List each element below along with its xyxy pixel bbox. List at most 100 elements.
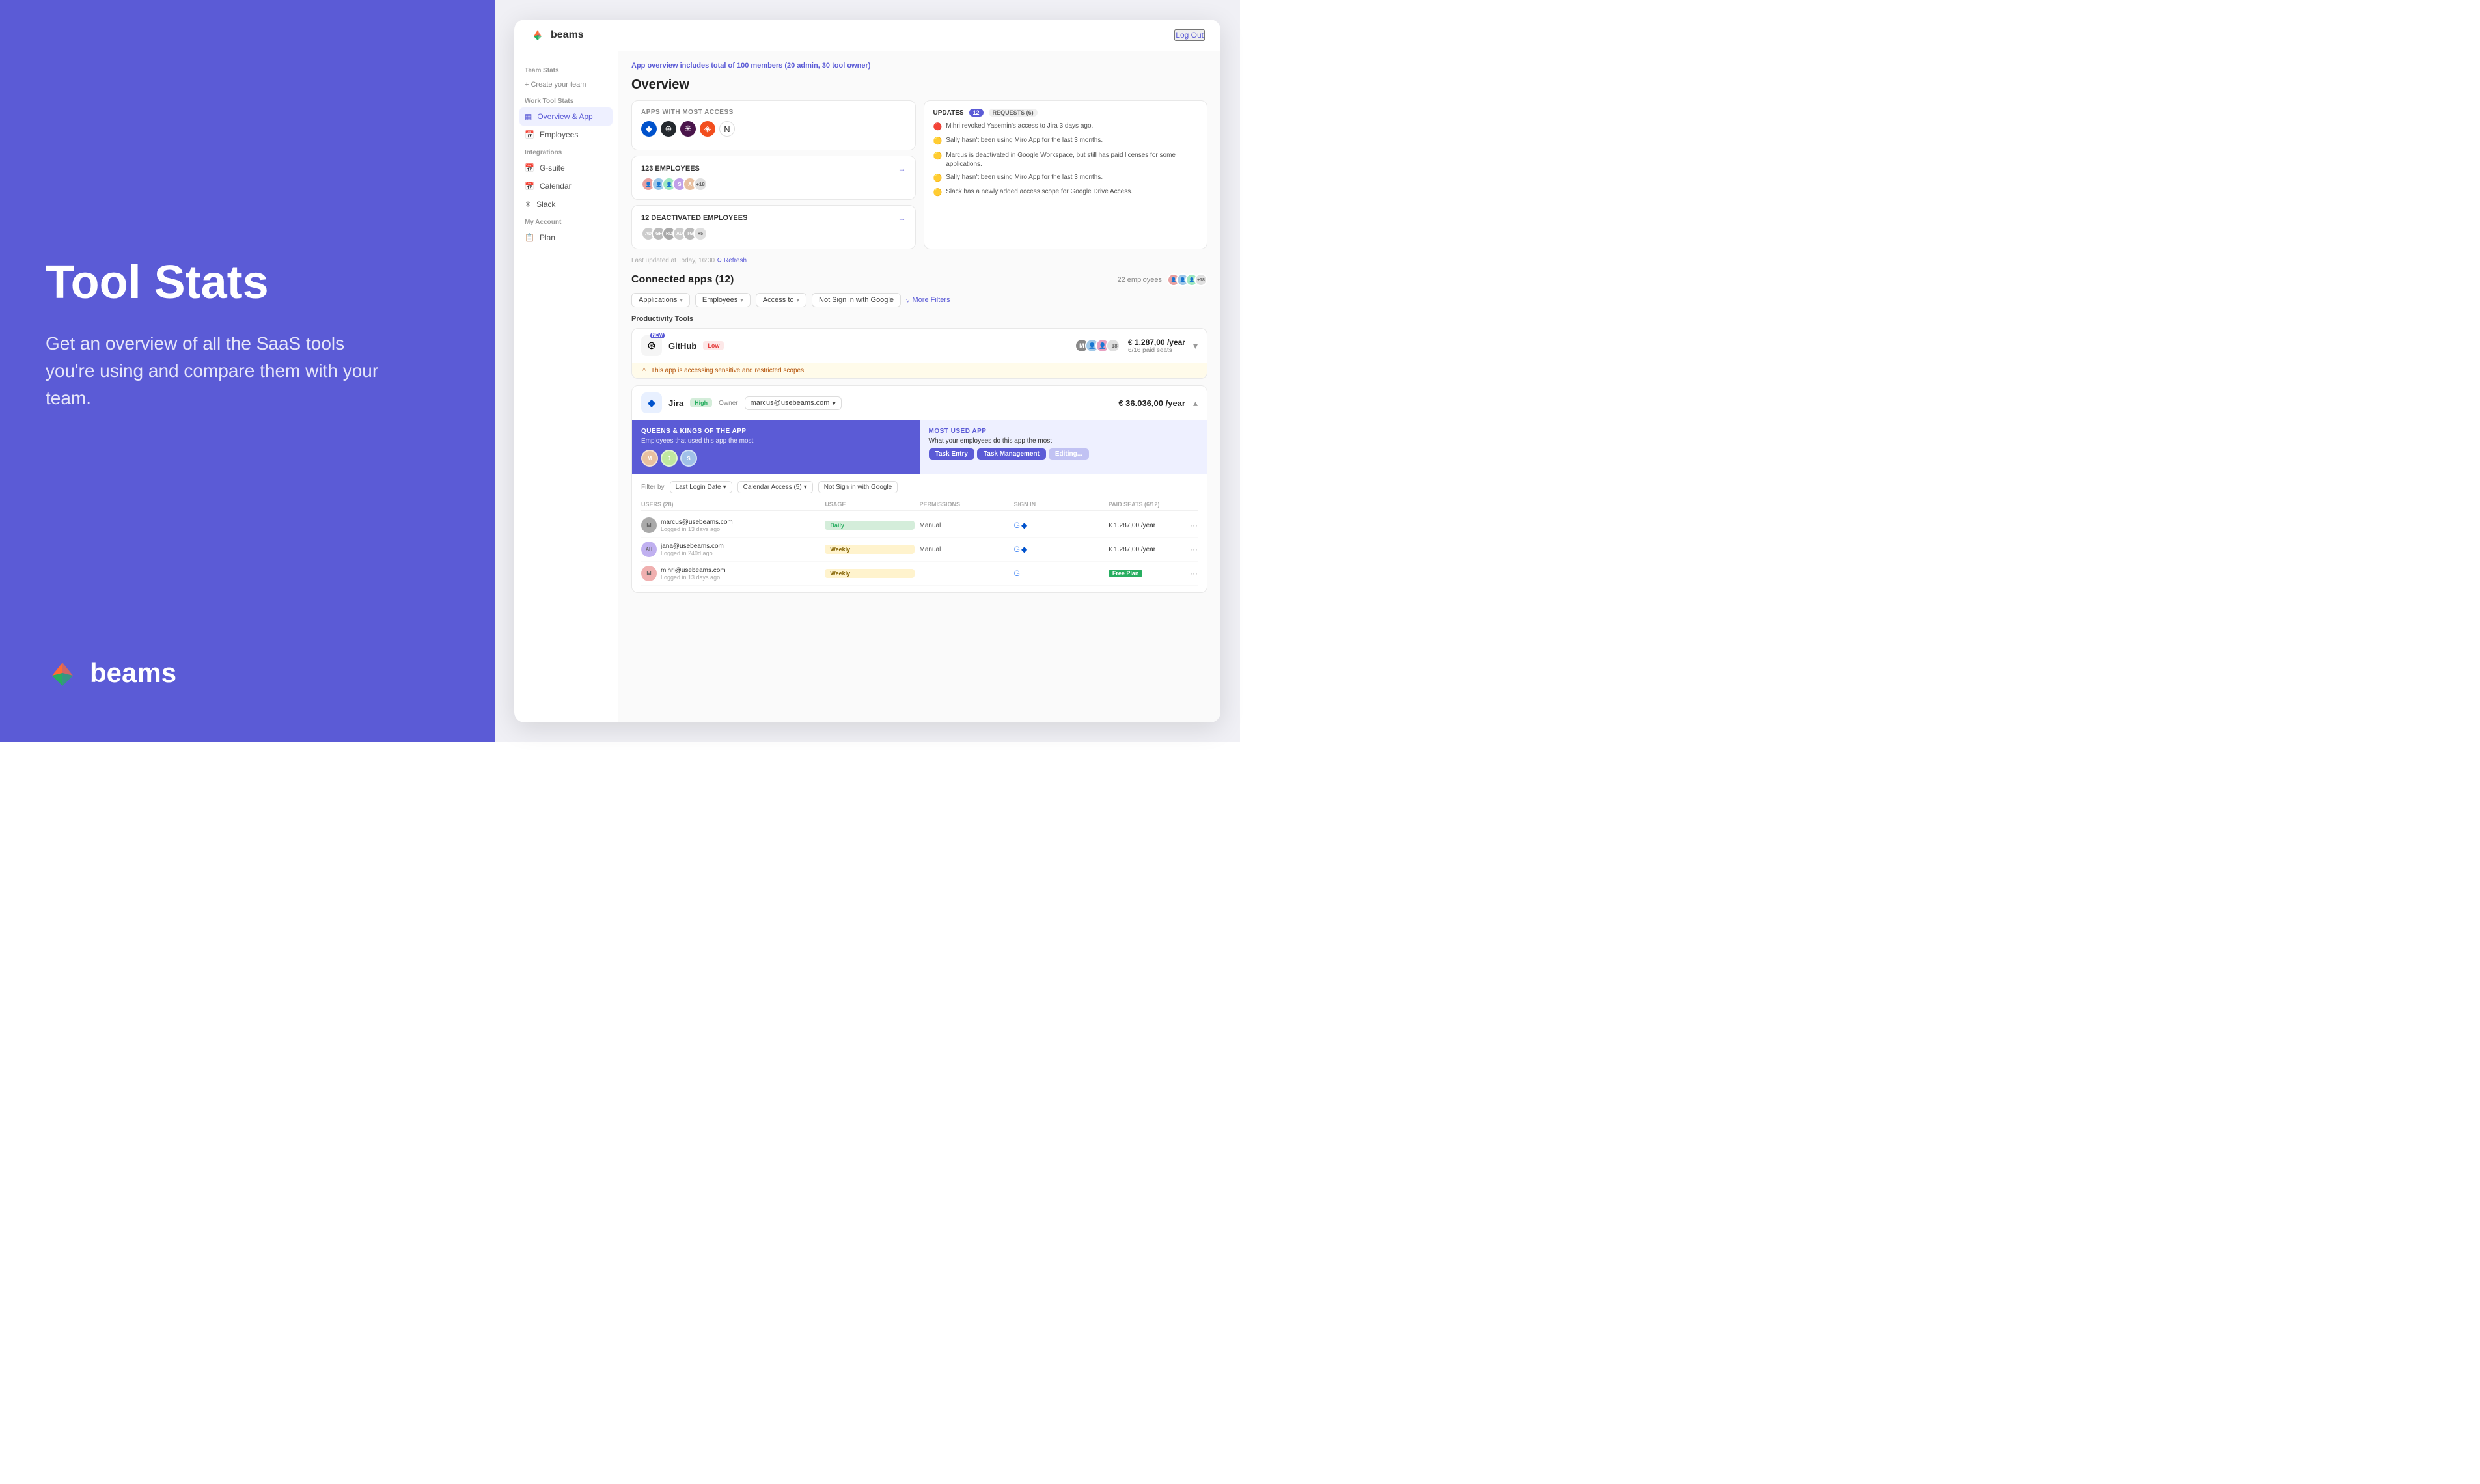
user-more-jana[interactable]: ··· bbox=[1190, 545, 1198, 554]
apps-most-access-title: APPS WITH MOST ACCESS bbox=[641, 109, 906, 116]
more-filters-button[interactable]: ▿ More Filters bbox=[906, 296, 950, 305]
queens-avatar-3: S bbox=[680, 450, 697, 467]
user-avatar-mihri: M bbox=[641, 566, 657, 581]
logout-button[interactable]: Log Out bbox=[1174, 29, 1205, 41]
github-risk-badge: Low bbox=[703, 341, 724, 350]
deactivated-avatar-stack: AD GF RD AD TG +5 bbox=[641, 227, 906, 241]
jira-filter-google-label: Not Sign in with Google bbox=[824, 484, 892, 491]
most-used-subtitle: What your employees do this app the most bbox=[929, 437, 1198, 445]
sidebar: Team Stats + Create your team Work Tool … bbox=[514, 51, 618, 722]
update-text-1: Mihri revoked Yasemin's access to Jira 3… bbox=[946, 122, 1093, 131]
col-users: Users (28) bbox=[641, 501, 820, 508]
tag-task-entry[interactable]: Task Entry bbox=[929, 448, 974, 460]
github-card: ⊛ NEW GitHub Low M 👤 👤 +18 bbox=[631, 328, 1207, 379]
jira-icon: ◆ bbox=[641, 121, 657, 137]
sidebar-item-gsuite[interactable]: 📅 G-suite bbox=[514, 159, 618, 177]
col-permissions: Permissions bbox=[920, 501, 1009, 508]
github-seats: 6/16 paid seats bbox=[1128, 347, 1185, 354]
jira-filter-calendar[interactable]: Calendar Access (5) ▾ bbox=[737, 481, 813, 493]
github-new-badge: NEW bbox=[650, 333, 665, 338]
sidebar-item-plan[interactable]: 📋 Plan bbox=[514, 228, 618, 247]
jira-name: Jira bbox=[668, 398, 683, 408]
update-text-2: Sally hasn't been using Miro App for the… bbox=[946, 136, 1103, 145]
jira-user-section: Filter by Last Login Date ▾ Calendar Acc… bbox=[632, 474, 1207, 592]
github-warning-text: This app is accessing sensitive and rest… bbox=[651, 367, 806, 374]
filter-employees[interactable]: Employees ▾ bbox=[695, 293, 751, 307]
jira-insights: QUEENS & KINGS OF THE APP Employees that… bbox=[632, 420, 1207, 474]
col-signin: Sign in bbox=[1014, 501, 1103, 508]
brand: beams bbox=[530, 27, 584, 43]
left-panel: Tool Stats Get an overview of all the Sa… bbox=[0, 0, 495, 742]
user-email-mihri: mihri@usebeams.com bbox=[661, 567, 726, 574]
hero-subtitle: Get an overview of all the SaaS tools yo… bbox=[46, 330, 384, 412]
create-team-label: + Create your team bbox=[525, 81, 586, 89]
github-row-main: ⊛ NEW GitHub Low M 👤 👤 +18 bbox=[632, 329, 1207, 363]
user-usage-mihri: Weekly bbox=[825, 569, 914, 578]
user-perm-marcus: Manual bbox=[920, 522, 1009, 529]
last-updated-text: Last updated at Today, 16:30 bbox=[631, 257, 715, 264]
sidebar-overview-label: Overview & App bbox=[537, 112, 592, 121]
integrations-label: Integrations bbox=[514, 144, 618, 159]
user-price-text-marcus: € 1.287,00 /year bbox=[1109, 522, 1155, 529]
user-price-jana: € 1.287,00 /year ··· bbox=[1109, 545, 1198, 554]
slack-icon: ✳ bbox=[525, 200, 531, 209]
create-team-button[interactable]: + Create your team bbox=[514, 77, 618, 92]
avatar-more: +18 bbox=[693, 177, 708, 191]
tag-task-mgmt[interactable]: Task Management bbox=[977, 448, 1046, 460]
queens-avatar-1: M bbox=[641, 450, 658, 467]
user-row-jana: AH jana@usebeams.com Logged in 240d ago … bbox=[641, 538, 1198, 562]
user-info-jana: AH jana@usebeams.com Logged in 240d ago bbox=[641, 542, 820, 557]
update-item-2: 🟡 Sally hasn't been using Miro App for t… bbox=[933, 136, 1198, 146]
jira-owner-dropdown[interactable]: marcus@usebeams.com ▾ bbox=[745, 396, 842, 410]
employees-card: 123 EMPLOYEES → 👤 👤 👤 S A +18 bbox=[631, 156, 916, 200]
user-info-mihri: M mihri@usebeams.com Logged in 13 days a… bbox=[641, 566, 820, 581]
google-icon-mihri: G bbox=[1014, 569, 1020, 578]
user-email-marcus: marcus@usebeams.com bbox=[661, 519, 733, 526]
most-used-title: MOST USED APP bbox=[929, 428, 1198, 435]
updates-header: UPDATES 12 REQUESTS (6) bbox=[933, 109, 1198, 117]
jira-header-left: ◆ Jira High Owner marcus@usebeams.com ▾ bbox=[641, 392, 842, 413]
deactivated-row: 12 DEACTIVATED EMPLOYEES → bbox=[641, 213, 906, 223]
filter-not-sign-google[interactable]: Not Sign in with Google bbox=[812, 293, 901, 307]
user-row-marcus: M marcus@usebeams.com Logged in 13 days … bbox=[641, 514, 1198, 538]
overview-app-icon: ▦ bbox=[525, 112, 532, 121]
filter-applications[interactable]: Applications ▾ bbox=[631, 293, 690, 307]
my-account-label: My Account bbox=[514, 213, 618, 228]
update-text-3: Marcus is deactivated in Google Workspac… bbox=[946, 151, 1198, 169]
sidebar-item-overview-app[interactable]: ▦ Overview & App bbox=[519, 107, 613, 126]
jira-filter-login-label: Last Login Date bbox=[676, 484, 721, 491]
user-avatar-marcus: M bbox=[641, 517, 657, 533]
user-more-mihri[interactable]: ··· bbox=[1190, 569, 1198, 578]
tag-editing[interactable]: Editing... bbox=[1049, 448, 1089, 460]
overview-notice: App overview includes total of 100 membe… bbox=[631, 62, 1207, 70]
notion-icon: N bbox=[719, 121, 735, 137]
jira-filter-google[interactable]: Not Sign in with Google bbox=[818, 481, 898, 493]
user-signin-jana: G ◆ bbox=[1014, 545, 1103, 554]
google-icon-jana: G bbox=[1014, 545, 1020, 554]
jira-header-right: € 36.036,00 /year ▴ bbox=[1118, 398, 1198, 409]
sidebar-item-slack[interactable]: ✳ Slack bbox=[514, 195, 618, 213]
updates-count-badge: 12 bbox=[969, 109, 984, 117]
user-info-marcus: M marcus@usebeams.com Logged in 13 days … bbox=[641, 517, 820, 533]
left-stats-col: APPS WITH MOST ACCESS ◆ ⊛ ✳ ◈ N 1 bbox=[631, 100, 916, 249]
sidebar-plan-label: Plan bbox=[540, 233, 555, 242]
jira-filter-login[interactable]: Last Login Date ▾ bbox=[670, 481, 732, 493]
refresh-button[interactable]: ↻ Refresh bbox=[717, 257, 747, 264]
update-icon-4: 🟡 bbox=[933, 174, 943, 184]
sidebar-item-calendar[interactable]: 📅 Calendar bbox=[514, 177, 618, 195]
productivity-tools-label: Productivity Tools bbox=[631, 315, 1207, 323]
filter-employees-label: Employees bbox=[702, 296, 737, 304]
insight-tags: Task Entry Task Management Editing... bbox=[929, 448, 1198, 460]
sidebar-item-employees[interactable]: 📅 Employees bbox=[514, 126, 618, 144]
github-expand-button[interactable]: ▾ bbox=[1193, 340, 1198, 351]
queens-avatars: M J S bbox=[641, 450, 911, 467]
update-item-4: 🟡 Sally hasn't been using Miro App for t… bbox=[933, 173, 1198, 184]
filter-access-to[interactable]: Access to ▾ bbox=[756, 293, 806, 307]
employee-count-meta: 22 employees bbox=[1118, 276, 1163, 284]
left-content: Tool Stats Get an overview of all the Sa… bbox=[46, 52, 449, 617]
user-login-marcus: Logged in 13 days ago bbox=[661, 526, 733, 532]
jira-collapse-button[interactable]: ▴ bbox=[1193, 398, 1198, 409]
users-table-header: Users (28) Usage Permissions Sign in Pai… bbox=[641, 499, 1198, 511]
user-more-marcus[interactable]: ··· bbox=[1190, 521, 1198, 530]
jira-owner-email: marcus@usebeams.com bbox=[751, 399, 830, 407]
